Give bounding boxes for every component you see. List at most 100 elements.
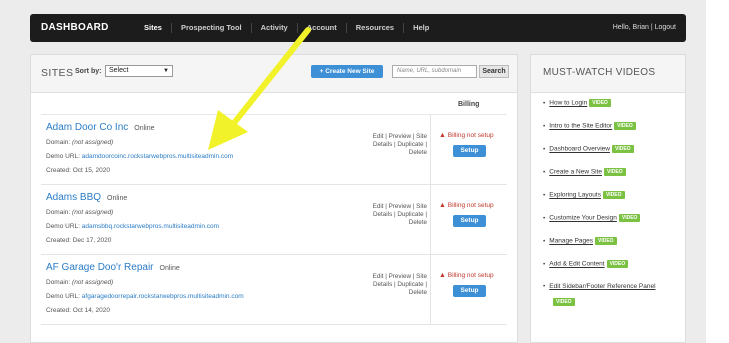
sort-select[interactable]: Select ▼ <box>105 65 173 77</box>
videos-header: MUST-WATCH VIDEOS <box>531 55 685 93</box>
sort-by-label: Sort by: <box>75 68 102 75</box>
domain-value: (not assigned) <box>72 139 114 146</box>
site-created-date: Created: Dec 17, 2020 <box>46 237 112 244</box>
column-divider <box>430 115 431 185</box>
video-badge: VIDEO <box>614 122 636 130</box>
warning-icon: ▲ <box>439 272 446 279</box>
site-name[interactable]: Adams BBQ <box>46 192 101 203</box>
video-link[interactable]: Manage Pages <box>549 238 593 245</box>
brand-logo[interactable]: DASHBOARD <box>41 22 109 33</box>
create-new-site-button[interactable]: + Create New Site <box>311 65 383 78</box>
demo-url-label: Demo URL: <box>46 293 80 300</box>
site-demo-url: Demo URL: adamdoorcoinc.rockstarwebpros.… <box>46 153 233 160</box>
video-badge: VIDEO <box>611 145 634 153</box>
search-input[interactable]: Name, URL, subdomain <box>392 65 477 78</box>
site-demo-url: Demo URL: afgaragedoorrepair.rockstarweb… <box>46 293 244 300</box>
nav-sites[interactable]: Sites <box>135 23 172 33</box>
demo-url-label: Demo URL: <box>46 153 80 160</box>
demo-url-link[interactable]: adamdoorcoinc.rockstarwebpros.multisitea… <box>82 153 233 160</box>
site-actions[interactable]: Edit | Preview | Site Details | Duplicat… <box>357 203 427 227</box>
must-watch-videos-panel: MUST-WATCH VIDEOS • How to Login VIDEO • In… <box>530 54 686 343</box>
domain-label: Domain: <box>46 139 71 146</box>
video-link[interactable]: Create a New Site <box>549 169 602 176</box>
sort-select-value: Select <box>109 67 129 74</box>
video-list-item: • Dashboard Overview VIDEO <box>543 145 634 153</box>
videos-title: MUST-WATCH VIDEOS <box>543 67 656 78</box>
domain-value: (not assigned) <box>72 209 114 216</box>
nav-prospecting-tool[interactable]: Prospecting Tool <box>172 23 252 33</box>
video-link[interactable]: Exploring Layouts <box>549 192 601 199</box>
site-name-link[interactable]: Adams BBQ Online <box>46 192 127 203</box>
sites-panel: SITES Sort by: Select ▼ + Create New Sit… <box>30 54 518 343</box>
search-button[interactable]: Search <box>479 65 509 78</box>
video-list-item: • Edit Sidebar/Footer Reference Panel <box>543 283 656 290</box>
site-domain: Domain: (not assigned) <box>46 279 113 286</box>
site-name[interactable]: Adam Door Co Inc <box>46 122 128 133</box>
video-list-item: • Create a New Site VIDEO <box>543 168 626 176</box>
video-list-item: • Customize Your Design VIDEO <box>543 214 641 222</box>
video-list-item: • Intro to the Site Editor VIDEO <box>543 122 636 130</box>
billing-status: ▲ Billing not setup <box>439 132 494 139</box>
setup-button[interactable]: Setup <box>453 285 486 297</box>
sites-header: SITES Sort by: Select ▼ + Create New Sit… <box>31 55 517 93</box>
site-status: Online <box>134 125 155 132</box>
video-link[interactable]: Dashboard Overview <box>549 146 610 153</box>
top-navbar: DASHBOARD Sites Prospecting Tool Activit… <box>30 14 686 42</box>
setup-button[interactable]: Setup <box>453 145 486 157</box>
video-badge: VIDEO <box>589 99 611 107</box>
site-status: Online <box>159 265 180 272</box>
billing-status-text: Billing not setup <box>447 132 494 139</box>
site-row: Adams BBQ Online Domain: (not assigned) D… <box>41 185 507 255</box>
site-created-date: Created: Oct 15, 2020 <box>46 167 110 174</box>
video-list-item: • Manage Pages VIDEO <box>543 237 617 245</box>
video-link[interactable]: How to Login <box>549 100 587 107</box>
video-badge: VIDEO <box>618 214 641 222</box>
billing-status: ▲ Billing not setup <box>439 272 494 279</box>
domain-label: Domain: <box>46 279 71 286</box>
billing-status: ▲ Billing not setup <box>439 202 494 209</box>
chevron-down-icon: ▼ <box>163 68 169 74</box>
user-greeting-logout[interactable]: Hello, Brian | Logout <box>613 24 676 31</box>
site-demo-url: Demo URL: adamsbbq.rockstarwebpros.multi… <box>46 223 219 230</box>
nav-activity[interactable]: Activity <box>252 23 298 33</box>
domain-value: (not assigned) <box>72 279 114 286</box>
video-badge: VIDEO <box>606 260 629 268</box>
demo-url-link[interactable]: afgaragedoorrepair.rockstarwebpros.multi… <box>82 293 244 300</box>
video-link[interactable]: Add & Edit Content <box>549 261 604 268</box>
main-nav: Sites Prospecting Tool Activity Account … <box>135 14 438 42</box>
site-actions[interactable]: Edit | Preview | Site Details | Duplicat… <box>357 273 427 297</box>
setup-button[interactable]: Setup <box>453 215 486 227</box>
billing-status-text: Billing not setup <box>447 202 494 209</box>
site-created-date: Created: Oct 14, 2020 <box>46 307 110 314</box>
video-link[interactable]: Intro to the Site Editor <box>549 123 612 130</box>
nav-resources[interactable]: Resources <box>347 23 405 33</box>
site-domain: Domain: (not assigned) <box>46 139 113 146</box>
billing-column-header: Billing <box>458 101 480 108</box>
column-divider <box>430 185 431 255</box>
video-badge: VIDEO <box>602 191 625 199</box>
nav-account[interactable]: Account <box>298 23 347 33</box>
video-link[interactable]: Customize Your Design <box>549 215 617 222</box>
site-status: Online <box>107 195 128 202</box>
site-actions[interactable]: Edit | Preview | Site Details | Duplicat… <box>357 133 427 157</box>
video-badge: VIDEO <box>604 168 626 176</box>
demo-url-link[interactable]: adamsbbq.rockstarwebpros.multisiteadmin.… <box>82 223 219 230</box>
video-list-item: • Add & Edit Content VIDEO <box>543 260 629 268</box>
warning-icon: ▲ <box>439 132 446 139</box>
site-row: Adam Door Co Inc Online Domain: (not assi… <box>41 115 507 185</box>
demo-url-label: Demo URL: <box>46 223 80 230</box>
video-badge: VIDEO <box>553 298 575 306</box>
billing-status-text: Billing not setup <box>447 272 494 279</box>
nav-help[interactable]: Help <box>404 23 438 33</box>
domain-label: Domain: <box>46 209 71 216</box>
site-domain: Domain: (not assigned) <box>46 209 113 216</box>
video-list-item: • Exploring Layouts VIDEO <box>543 191 625 199</box>
warning-icon: ▲ <box>439 202 446 209</box>
video-list-item-badge: VIDEO <box>551 298 575 306</box>
site-name-link[interactable]: AF Garage Doo'r Repair Online <box>46 262 180 273</box>
site-name-link[interactable]: Adam Door Co Inc Online <box>46 122 155 133</box>
site-row: AF Garage Doo'r Repair Online Domain: (no… <box>41 255 507 325</box>
video-link[interactable]: Edit Sidebar/Footer Reference Panel <box>549 283 655 290</box>
sites-title: SITES <box>41 67 74 79</box>
site-name[interactable]: AF Garage Doo'r Repair <box>46 262 154 273</box>
